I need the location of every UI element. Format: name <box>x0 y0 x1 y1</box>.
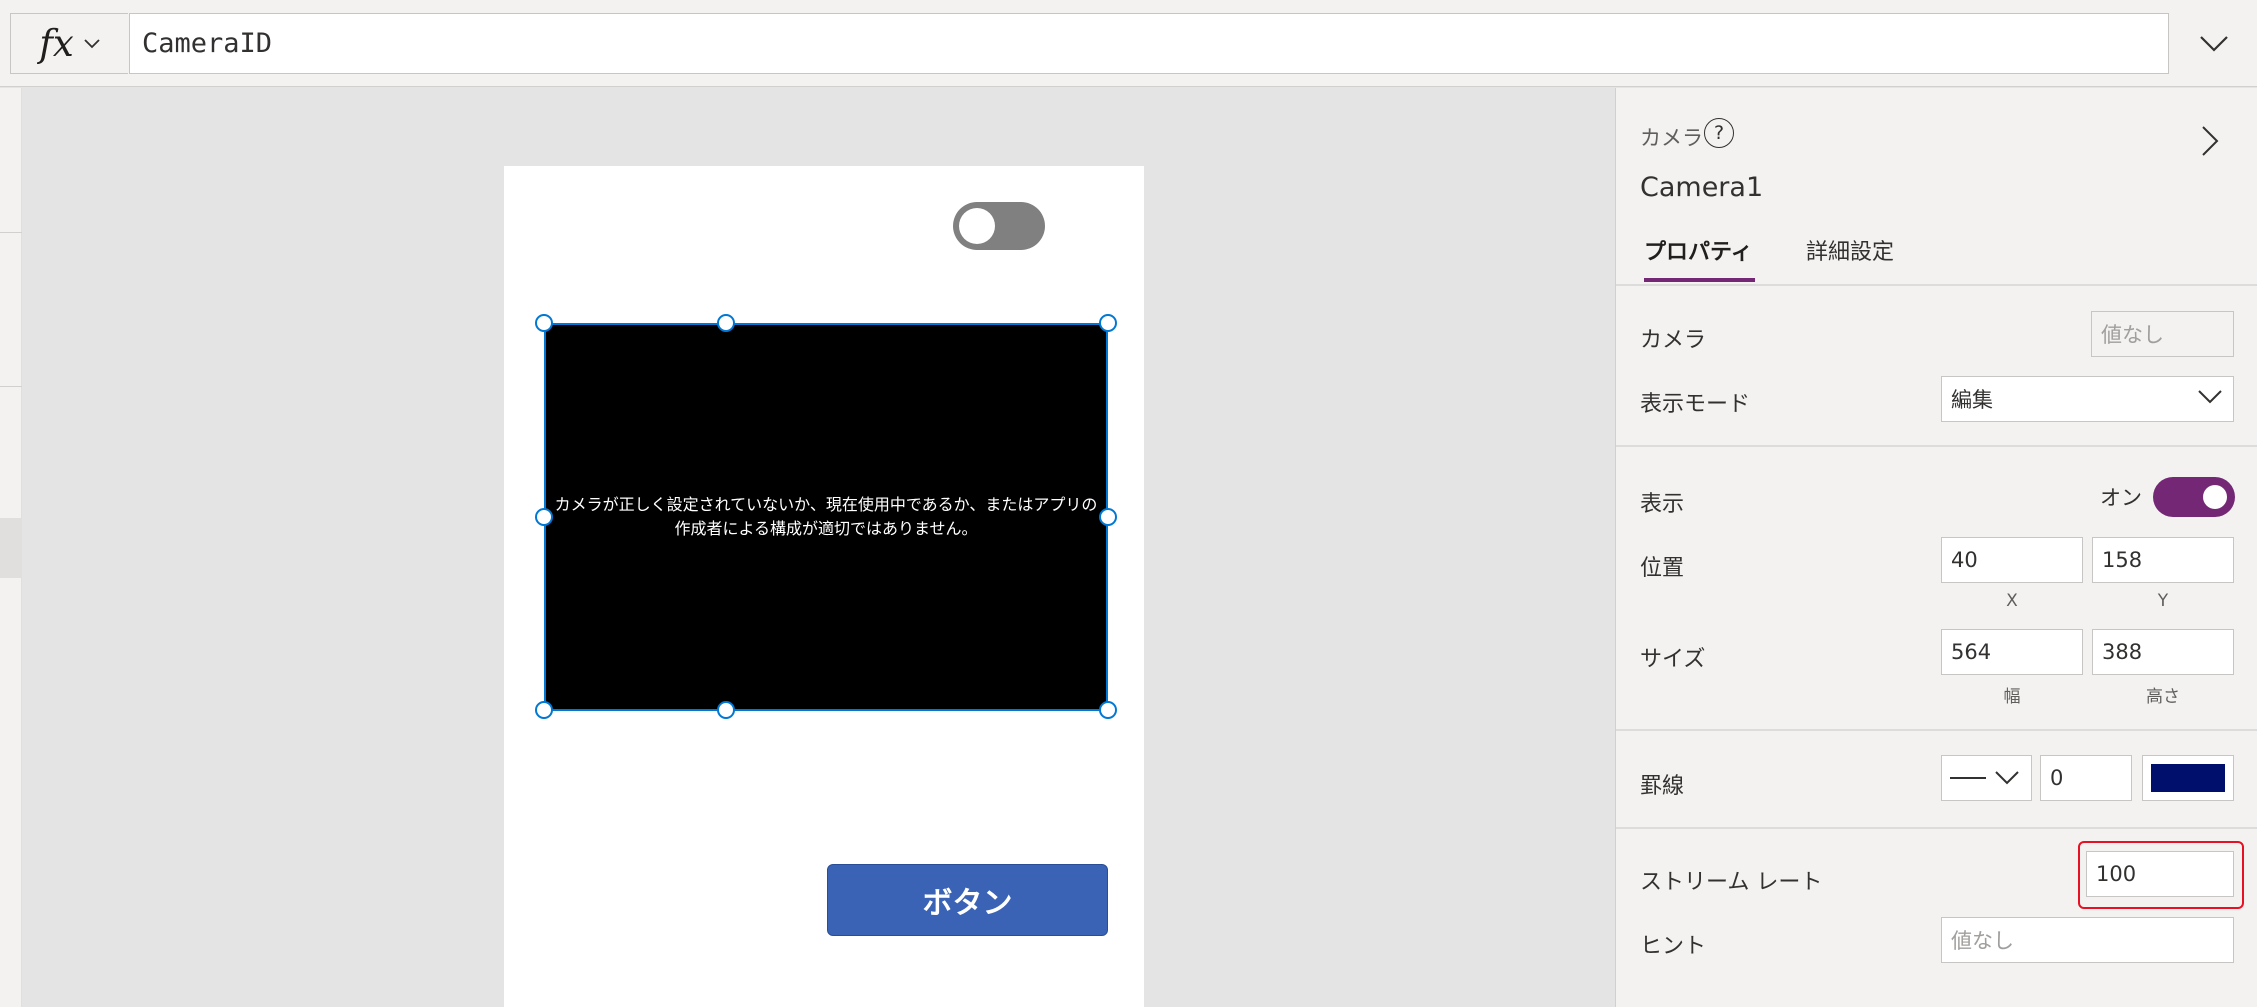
visible-label: 表示 <box>1640 492 1685 517</box>
resize-handle-left[interactable] <box>535 508 553 526</box>
toggle-knob <box>2203 485 2227 509</box>
resize-handle-right[interactable] <box>1099 508 1117 526</box>
toggle-control[interactable] <box>953 202 1045 250</box>
active-tab-indicator <box>1644 278 1755 282</box>
toggle-knob <box>959 208 995 244</box>
border-color-picker[interactable] <box>2142 755 2234 801</box>
camera-field[interactable]: 値なし <box>2091 311 2234 357</box>
highlight-box <box>2078 841 2244 909</box>
canvas: カメラが正しく設定されていないか、現在使用中であるか、またはアプリの作成者による… <box>23 88 1615 1007</box>
resize-handle-top-left[interactable] <box>535 314 553 332</box>
tab-properties[interactable]: プロパティ <box>1644 234 1753 266</box>
camera-label: カメラ <box>1640 328 1707 353</box>
tab-advanced[interactable]: 詳細設定 <box>1806 234 1894 266</box>
position-x-input[interactable]: 40 <box>1941 537 2083 583</box>
formula-bar: fx CameraID <box>0 0 2257 87</box>
border-thickness-input[interactable]: 0 <box>2040 755 2132 801</box>
rail-selected-item[interactable] <box>0 518 22 578</box>
hint-label: ヒント <box>1640 934 1707 959</box>
display-mode-dropdown[interactable]: 編集 <box>1941 376 2234 422</box>
app-screen[interactable]: カメラが正しく設定されていないか、現在使用中であるか、またはアプリの作成者による… <box>504 166 1144 1007</box>
camera-control[interactable]: カメラが正しく設定されていないか、現在使用中であるか、またはアプリの作成者による… <box>544 323 1108 711</box>
hint-input[interactable]: 値なし <box>1941 917 2234 963</box>
display-mode-value: 編集 <box>1951 388 1993 412</box>
chevron-down-icon <box>2198 390 2222 404</box>
size-width-caption: 幅 <box>2003 687 2021 707</box>
resize-handle-bottom-left[interactable] <box>535 701 553 719</box>
resize-handle-bottom-right[interactable] <box>1099 701 1117 719</box>
function-picker-button[interactable]: fx <box>10 13 128 74</box>
display-mode-label: 表示モード <box>1640 392 1751 417</box>
rail-divider <box>0 232 22 233</box>
chevron-down-icon <box>1995 771 2019 785</box>
chevron-down-icon <box>84 38 100 48</box>
app-button[interactable]: ボタン <box>827 864 1108 936</box>
rail-divider <box>0 386 22 387</box>
border-color-swatch <box>2151 764 2225 792</box>
border-label: 罫線 <box>1640 774 1685 799</box>
visible-state-label: オン <box>2100 486 2142 510</box>
chevron-down-icon <box>2200 35 2228 52</box>
size-height-caption: 高さ <box>2146 687 2180 707</box>
position-y-caption: Y <box>2157 591 2169 611</box>
help-icon[interactable]: ? <box>1704 118 1734 148</box>
border-style-line <box>1950 777 1986 779</box>
section-divider <box>1616 445 2257 447</box>
resize-handle-top[interactable] <box>717 314 735 332</box>
section-divider <box>1616 827 2257 829</box>
left-rail <box>0 88 22 1007</box>
properties-panel: カメラ ? Camera1 プロパティ 詳細設定 カメラ 値なし 表示モード 編… <box>1615 88 2257 1007</box>
size-label: サイズ <box>1640 647 1706 672</box>
position-x-caption: X <box>2006 591 2018 611</box>
camera-error-message: カメラが正しく設定されていないか、現在使用中であるか、またはアプリの作成者による… <box>554 495 1098 538</box>
position-y-input[interactable]: 158 <box>2092 537 2234 583</box>
formula-input[interactable]: CameraID <box>129 13 2169 74</box>
border-style-dropdown[interactable] <box>1941 755 2032 801</box>
control-name[interactable]: Camera1 <box>1640 172 1763 203</box>
size-width-input[interactable]: 564 <box>1941 629 2083 675</box>
chevron-right-icon[interactable] <box>2200 124 2220 158</box>
section-divider <box>1616 729 2257 731</box>
resize-handle-bottom[interactable] <box>717 701 735 719</box>
position-label: 位置 <box>1640 556 1685 581</box>
visible-toggle[interactable] <box>2153 477 2235 517</box>
resize-handle-top-right[interactable] <box>1099 314 1117 332</box>
fx-icon: fx <box>39 22 74 65</box>
stream-rate-label: ストリーム レート <box>1640 870 1823 895</box>
control-type-label: カメラ <box>1640 126 1703 150</box>
size-height-input[interactable]: 388 <box>2092 629 2234 675</box>
expand-formula-button[interactable] <box>2180 13 2248 74</box>
section-divider <box>1616 284 2257 286</box>
